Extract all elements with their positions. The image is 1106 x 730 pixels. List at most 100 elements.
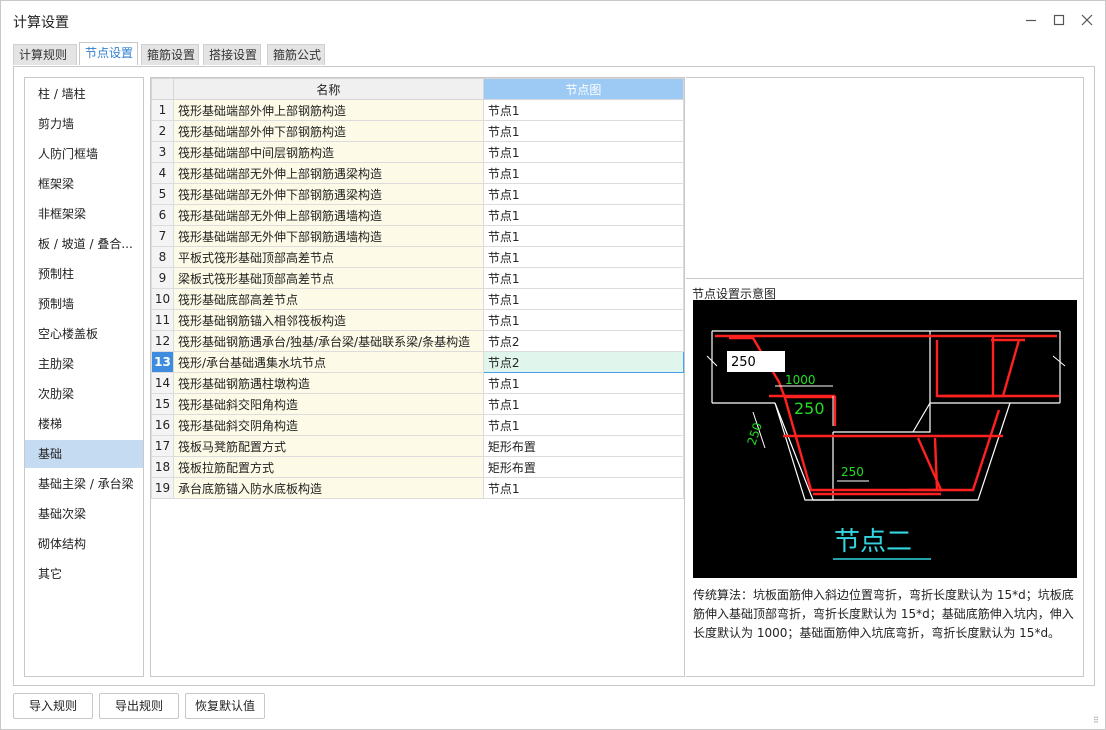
row-index[interactable]: 1 xyxy=(151,99,174,121)
row-index[interactable]: 8 xyxy=(151,246,174,268)
row-node-value[interactable]: 节点1 xyxy=(482,225,685,247)
category-item-column[interactable]: 柱 / 墙柱 xyxy=(25,80,143,108)
table-row[interactable]: 13 筏形/承台基础遇集水坑节点 节点2 xyxy=(151,351,685,373)
row-index[interactable]: 4 xyxy=(151,162,174,184)
tab-calc-rules[interactable]: 计算规则 xyxy=(13,44,77,65)
row-index[interactable]: 2 xyxy=(151,120,174,142)
row-node-value[interactable]: 节点2 xyxy=(482,351,685,373)
row-node-value[interactable]: 节点1 xyxy=(482,393,685,415)
row-node-value[interactable]: 节点2 xyxy=(482,330,685,352)
row-name[interactable]: 筏形基础端部无外伸下部钢筋遇梁构造 xyxy=(172,183,484,205)
tab-stirrup-formula[interactable]: 箍筋公式 xyxy=(267,44,325,65)
category-item-foundation-secondary-beam[interactable]: 基础次梁 xyxy=(25,500,143,528)
category-item-precast-column[interactable]: 预制柱 xyxy=(25,260,143,288)
table-row[interactable]: 19 承台底筋锚入防水底板构造 节点1 xyxy=(151,477,685,499)
category-item-other[interactable]: 其它 xyxy=(25,560,143,588)
category-item-precast-wall[interactable]: 预制墙 xyxy=(25,290,143,318)
category-item-civil-defense-wall[interactable]: 人防门框墙 xyxy=(25,140,143,168)
row-node-value[interactable]: 节点1 xyxy=(482,414,685,436)
row-index[interactable]: 15 xyxy=(151,393,174,415)
row-index[interactable]: 14 xyxy=(151,372,174,394)
row-name[interactable]: 筏形基础斜交阴角构造 xyxy=(172,414,484,436)
category-item-non-frame-beam[interactable]: 非框架梁 xyxy=(25,200,143,228)
row-index[interactable]: 18 xyxy=(151,456,174,478)
table-row[interactable]: 4 筏形基础端部无外伸上部钢筋遇梁构造 节点1 xyxy=(151,162,685,184)
row-name[interactable]: 承台底筋锚入防水底板构造 xyxy=(172,477,484,499)
table-row[interactable]: 17 筏板马凳筋配置方式 矩形布置 xyxy=(151,435,685,457)
row-index[interactable]: 6 xyxy=(151,204,174,226)
maximize-icon[interactable] xyxy=(1049,10,1069,30)
category-item-secondary-rib-beam[interactable]: 次肋梁 xyxy=(25,380,143,408)
row-index[interactable]: 5 xyxy=(151,183,174,205)
row-node-value[interactable]: 节点1 xyxy=(482,162,685,184)
row-name[interactable]: 筏形基础端部无外伸下部钢筋遇墙构造 xyxy=(172,225,484,247)
row-name[interactable]: 筏形基础钢筋遇承台/独基/承台梁/基础联系梁/条基构造 xyxy=(172,330,484,352)
row-name[interactable]: 筏形基础斜交阳角构造 xyxy=(172,393,484,415)
row-node-value[interactable]: 节点1 xyxy=(482,267,685,289)
table-row[interactable]: 3 筏形基础端部中间层钢筋构造 节点1 xyxy=(151,141,685,163)
row-node-value[interactable]: 节点1 xyxy=(482,477,685,499)
category-item-foundation-main-beam[interactable]: 基础主梁 / 承台梁 xyxy=(25,470,143,498)
category-item-foundation[interactable]: 基础 xyxy=(25,440,143,468)
row-index[interactable]: 9 xyxy=(151,267,174,289)
row-index[interactable]: 7 xyxy=(151,225,174,247)
category-item-slab[interactable]: 板 / 坡道 / 叠合... xyxy=(25,230,143,258)
row-name[interactable]: 筏形基础端部中间层钢筋构造 xyxy=(172,141,484,163)
row-node-value[interactable]: 节点1 xyxy=(482,288,685,310)
table-row[interactable]: 16 筏形基础斜交阴角构造 节点1 xyxy=(151,414,685,436)
table-row[interactable]: 18 筏板拉筋配置方式 矩形布置 xyxy=(151,456,685,478)
row-name[interactable]: 筏形基础端部无外伸上部钢筋遇梁构造 xyxy=(172,162,484,184)
row-node-value[interactable]: 节点1 xyxy=(482,246,685,268)
row-name[interactable]: 筏形基础底部高差节点 xyxy=(172,288,484,310)
table-row[interactable]: 7 筏形基础端部无外伸下部钢筋遇墙构造 节点1 xyxy=(151,225,685,247)
category-item-shear-wall[interactable]: 剪力墙 xyxy=(25,110,143,138)
row-node-value[interactable]: 节点1 xyxy=(482,183,685,205)
header-node[interactable]: 节点图 xyxy=(482,78,685,100)
import-rules-button[interactable]: 导入规则 xyxy=(13,693,93,719)
row-node-value[interactable]: 节点1 xyxy=(482,99,685,121)
row-index[interactable]: 12 xyxy=(151,330,174,352)
table-row[interactable]: 12 筏形基础钢筋遇承台/独基/承台梁/基础联系梁/条基构造 节点2 xyxy=(151,330,685,352)
row-name[interactable]: 筏板马凳筋配置方式 xyxy=(172,435,484,457)
row-index[interactable]: 3 xyxy=(151,141,174,163)
minimize-icon[interactable] xyxy=(1021,10,1041,30)
row-index[interactable]: 17 xyxy=(151,435,174,457)
table-row[interactable]: 14 筏形基础钢筋遇柱墩构造 节点1 xyxy=(151,372,685,394)
table-row[interactable]: 9 梁板式筏形基础顶部高差节点 节点1 xyxy=(151,267,685,289)
row-name[interactable]: 筏形/承台基础遇集水坑节点 xyxy=(172,351,484,373)
category-item-frame-beam[interactable]: 框架梁 xyxy=(25,170,143,198)
category-item-stairs[interactable]: 楼梯 xyxy=(25,410,143,438)
row-index[interactable]: 11 xyxy=(151,309,174,331)
row-node-value[interactable]: 节点1 xyxy=(482,120,685,142)
resize-grip-icon[interactable]: ⠿ xyxy=(1093,717,1101,725)
row-name[interactable]: 筏形基础钢筋遇柱墩构造 xyxy=(172,372,484,394)
row-node-value[interactable]: 节点1 xyxy=(482,372,685,394)
row-name[interactable]: 筏板拉筋配置方式 xyxy=(172,456,484,478)
table-row[interactable]: 10 筏形基础底部高差节点 节点1 xyxy=(151,288,685,310)
row-index[interactable]: 13 xyxy=(151,351,174,373)
row-name[interactable]: 筏形基础端部外伸上部钢筋构造 xyxy=(172,99,484,121)
row-node-value[interactable]: 节点1 xyxy=(482,204,685,226)
row-index[interactable]: 19 xyxy=(151,477,174,499)
table-row[interactable]: 1 筏形基础端部外伸上部钢筋构造 节点1 xyxy=(151,99,685,121)
row-name[interactable]: 筏形基础钢筋锚入相邻筏板构造 xyxy=(172,309,484,331)
row-node-value[interactable]: 矩形布置 xyxy=(482,456,685,478)
category-item-masonry[interactable]: 砌体结构 xyxy=(25,530,143,558)
row-index[interactable]: 10 xyxy=(151,288,174,310)
row-name[interactable]: 筏形基础端部无外伸上部钢筋遇墙构造 xyxy=(172,204,484,226)
row-name[interactable]: 筏形基础端部外伸下部钢筋构造 xyxy=(172,120,484,142)
table-row[interactable]: 2 筏形基础端部外伸下部钢筋构造 节点1 xyxy=(151,120,685,142)
table-row[interactable]: 11 筏形基础钢筋锚入相邻筏板构造 节点1 xyxy=(151,309,685,331)
row-index[interactable]: 16 xyxy=(151,414,174,436)
export-rules-button[interactable]: 导出规则 xyxy=(99,693,179,719)
category-item-main-rib-beam[interactable]: 主肋梁 xyxy=(25,350,143,378)
tab-node-settings[interactable]: 节点设置 xyxy=(79,42,138,65)
table-row[interactable]: 5 筏形基础端部无外伸下部钢筋遇梁构造 节点1 xyxy=(151,183,685,205)
restore-defaults-button[interactable]: 恢复默认值 xyxy=(185,693,265,719)
close-icon[interactable] xyxy=(1077,10,1097,30)
row-node-value[interactable]: 节点1 xyxy=(482,309,685,331)
row-node-value[interactable]: 矩形布置 xyxy=(482,435,685,457)
tab-lap-settings[interactable]: 搭接设置 xyxy=(203,44,261,65)
row-node-value[interactable]: 节点1 xyxy=(482,141,685,163)
table-row[interactable]: 6 筏形基础端部无外伸上部钢筋遇墙构造 节点1 xyxy=(151,204,685,226)
